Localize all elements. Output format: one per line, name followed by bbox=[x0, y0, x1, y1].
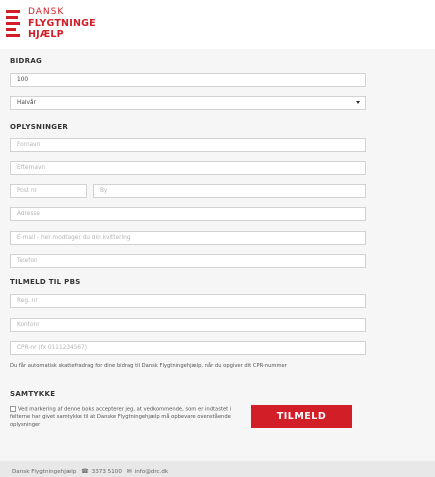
city-input[interactable]: By bbox=[93, 184, 366, 198]
last-name-input[interactable]: Efternavn bbox=[10, 161, 366, 175]
brand-line-1: DANSK bbox=[28, 7, 65, 17]
footer-contact: Dansk Flygtningehjælp ☎ 3373 5100 ✉ info@d… bbox=[12, 468, 168, 475]
brand-wordmark: DANSK FLYGTNINGE HJÆLP bbox=[28, 7, 96, 40]
submit-button[interactable]: TILMELD bbox=[251, 405, 352, 428]
consent-row: Ved markering af denne boks accepterer j… bbox=[10, 406, 240, 429]
first-name-input[interactable]: Fornavn bbox=[10, 138, 366, 152]
address-input[interactable]: Adresse bbox=[10, 207, 366, 221]
footer: Dansk Flygtningehjælp ☎ 3373 5100 ✉ info@d… bbox=[0, 461, 435, 477]
postal-code-input[interactable]: Post nr bbox=[10, 184, 87, 198]
phone-input[interactable]: Telefon bbox=[10, 254, 366, 268]
cpr-input[interactable]: CPR-nr (fx 0111234567) bbox=[10, 341, 366, 355]
consent-text: Ved markering af denne boks accepterer j… bbox=[10, 406, 232, 428]
frequency-select[interactable]: Halvår bbox=[10, 96, 366, 110]
envelope-icon: ✉ bbox=[126, 468, 132, 475]
drc-logo-icon bbox=[6, 10, 20, 37]
footer-phone[interactable]: 3373 5100 bbox=[92, 469, 122, 475]
section-title-oplysninger: OPLYSNINGER bbox=[10, 123, 69, 131]
consent-checkbox[interactable] bbox=[10, 406, 16, 412]
section-title-samtykke: SAMTYKKE bbox=[10, 390, 56, 398]
footer-email[interactable]: info@drc.dk bbox=[135, 469, 168, 475]
donation-form: BIDRAG 100 Halvår OPLYSNINGER Fornavn Ef… bbox=[0, 49, 435, 461]
email-input[interactable]: E-mail - her modtager du din kvittering bbox=[10, 231, 366, 245]
phone-icon: ☎ bbox=[81, 468, 89, 475]
brand-logo[interactable]: DANSK FLYGTNINGE HJÆLP bbox=[6, 6, 126, 46]
frequency-selected-value: Halvår bbox=[17, 100, 36, 106]
account-number-input[interactable]: Kontonr bbox=[10, 318, 366, 332]
footer-org: Dansk Flygtningehjælp bbox=[12, 469, 77, 475]
tax-deduction-info: Du får automatisk skattefradrag for dine… bbox=[10, 363, 287, 369]
section-title-bidrag: BIDRAG bbox=[10, 57, 43, 65]
amount-input[interactable]: 100 bbox=[10, 73, 366, 87]
brand-line-2: FLYGTNINGE bbox=[28, 18, 96, 29]
section-title-pbs: TILMELD TIL PBS bbox=[10, 278, 81, 286]
chevron-down-icon bbox=[356, 101, 360, 104]
reg-number-input[interactable]: Reg. nr bbox=[10, 294, 366, 308]
brand-line-3: HJÆLP bbox=[28, 29, 64, 40]
